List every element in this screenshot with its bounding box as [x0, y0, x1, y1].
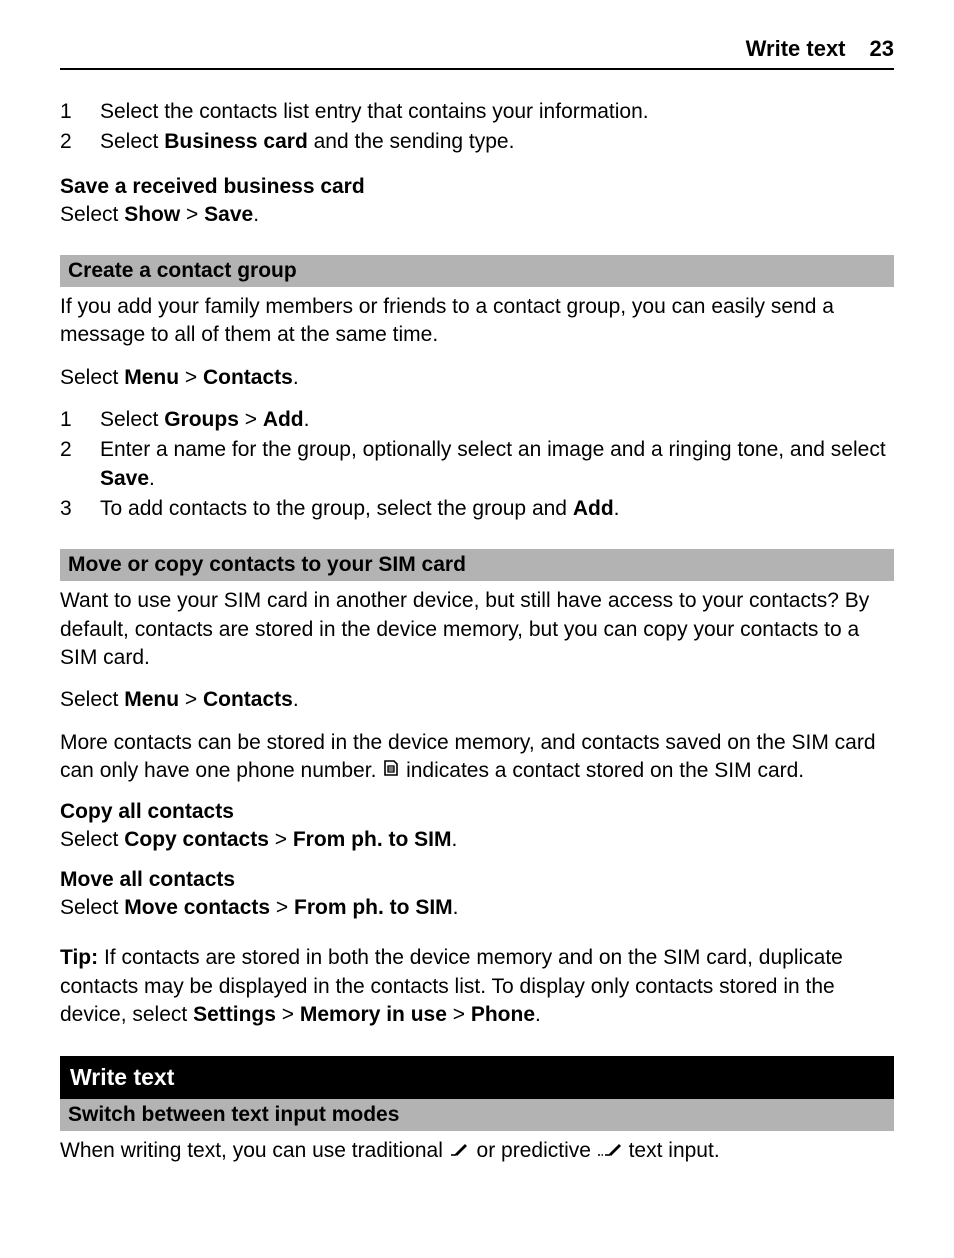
step-text: Select Groups > Add. — [100, 406, 894, 434]
list-item: 2 Enter a name for the group, optionally… — [60, 436, 894, 493]
page-header: Write text 23 — [60, 36, 894, 70]
copy-all-text: Select Copy contacts > From ph. to SIM. — [60, 826, 894, 854]
tip-label: Tip: — [60, 946, 98, 969]
list-item: 1 Select the contacts list entry that co… — [60, 98, 894, 126]
move-copy-more: More contacts can be stored in the devic… — [60, 729, 894, 786]
header-title: Write text — [746, 36, 846, 62]
chapter-bar-write-text: Write text — [60, 1056, 894, 1099]
copy-all-heading: Copy all contacts — [60, 800, 894, 824]
step-number: 3 — [60, 495, 100, 523]
step-text: Select the contacts list entry that cont… — [100, 98, 894, 126]
step-number: 2 — [60, 128, 100, 156]
text-input-intro: When writing text, you can use tradition… — [60, 1137, 894, 1166]
list-item: 3 To add contacts to the group, select t… — [60, 495, 894, 523]
tip-paragraph: Tip: If contacts are stored in both the … — [60, 944, 894, 1029]
predictive-input-icon — [597, 1137, 623, 1165]
traditional-input-icon — [449, 1137, 471, 1165]
sim-card-icon — [382, 757, 400, 785]
list-item: 2 Select Business card and the sending t… — [60, 128, 894, 156]
document-page: Write text 23 1 Select the contacts list… — [0, 0, 954, 1219]
move-all-heading: Move all contacts — [60, 868, 894, 892]
step-number: 2 — [60, 436, 100, 493]
section-bar-create-group: Create a contact group — [60, 255, 894, 287]
header-page-number: 23 — [870, 36, 894, 62]
move-all-text: Select Move contacts > From ph. to SIM. — [60, 894, 894, 922]
save-card-text: Select Show > Save. — [60, 201, 894, 229]
create-group-intro: If you add your family members or friend… — [60, 293, 894, 350]
section-bar-text-input-modes: Switch between text input modes — [60, 1099, 894, 1131]
step-text: To add contacts to the group, select the… — [100, 495, 894, 523]
list-item: 1 Select Groups > Add. — [60, 406, 894, 434]
send-card-steps: 1 Select the contacts list entry that co… — [60, 98, 894, 157]
move-copy-intro: Want to use your SIM card in another dev… — [60, 587, 894, 672]
create-group-steps: 1 Select Groups > Add. 2 Enter a name fo… — [60, 406, 894, 523]
step-number: 1 — [60, 406, 100, 434]
save-card-heading: Save a received business card — [60, 175, 894, 199]
move-copy-select: Select Menu > Contacts. — [60, 686, 894, 714]
create-group-select: Select Menu > Contacts. — [60, 364, 894, 392]
section-bar-move-copy: Move or copy contacts to your SIM card — [60, 549, 894, 581]
step-number: 1 — [60, 98, 100, 126]
step-text: Select Business card and the sending typ… — [100, 128, 894, 156]
step-text: Enter a name for the group, optionally s… — [100, 436, 894, 493]
